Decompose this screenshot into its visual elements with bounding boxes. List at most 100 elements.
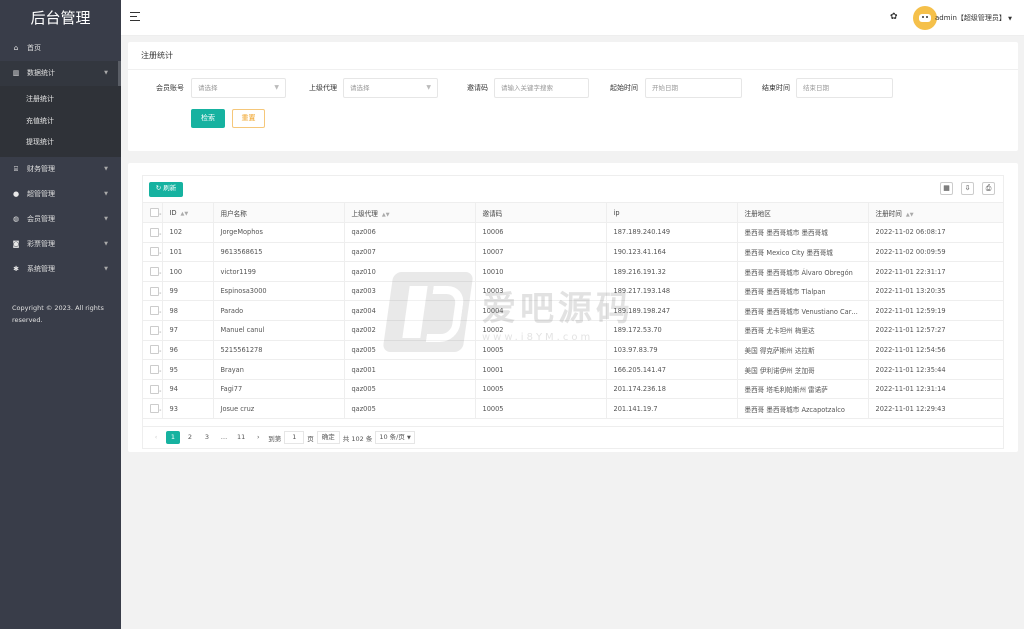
cell-username: Parado <box>213 300 345 322</box>
row-checkbox[interactable] <box>143 398 163 420</box>
filter-form: 会员账号 请选择 ▼ 上级代理 请选择 ▼ 邀请码 请输入关键字搜索 起始时间 开始… <box>128 78 1018 98</box>
cell-agent: qaz002 <box>344 320 476 341</box>
cell-regtime: 2022-11-02 06:08:17 <box>868 222 1003 243</box>
cell-ip: 166.205.141.47 <box>606 359 738 380</box>
bar-chart-icon: ▥ <box>12 69 20 77</box>
cell-regtime: 2022-11-02 00:09:59 <box>868 242 1003 263</box>
chevron-down-icon: ▼ <box>1008 16 1012 22</box>
cell-username: JorgeMophos <box>213 222 345 243</box>
row-checkbox[interactable] <box>143 320 163 341</box>
app-logo-title: 后台管理 <box>30 9 91 27</box>
row-checkbox[interactable] <box>143 242 163 263</box>
user-icon: ● <box>12 189 20 198</box>
member-placeholder: 请选择 <box>198 84 218 92</box>
cell-regtime: 2022-11-01 12:54:56 <box>868 340 1003 361</box>
col-regtime[interactable]: 注册时间 ▲▼ <box>868 203 1003 224</box>
reset-button[interactable]: 重置 <box>232 109 265 128</box>
cell-region: 美国 伊利诺伊州 芝加哥 <box>737 359 869 380</box>
chevron-down-icon: ▼ <box>426 84 431 91</box>
col-agent[interactable]: 上级代理 ▲▼ <box>344 203 476 224</box>
cell-ip: 189.217.193.148 <box>606 281 738 302</box>
page-number-input[interactable]: 1 <box>284 431 305 444</box>
page-size-select[interactable]: 10 条/页 ▼ <box>375 431 415 444</box>
user-menu[interactable]: admin【超级管理员】 ▼ <box>935 12 1012 25</box>
sidebar-subitem-0[interactable]: 注册统计 <box>0 89 121 111</box>
cell-ip: 187.189.240.149 <box>606 222 738 243</box>
sidebar-item-6[interactable]: ✱ 系统管理 ▼ <box>0 257 121 282</box>
next-page-button[interactable]: › <box>251 431 265 444</box>
sort-icon[interactable]: ▲▼ <box>382 212 390 218</box>
cell-agent: qaz003 <box>344 281 476 302</box>
row-checkbox[interactable] <box>143 222 163 243</box>
goto-confirm-button[interactable]: 确定 <box>316 431 340 444</box>
row-checkbox[interactable] <box>143 359 163 380</box>
sidebar-item-5[interactable]: ◙ 彩票管理 ▼ <box>0 232 121 257</box>
data-table-box: ↻ 刷新 ▦ ⇩ ⎙ ID ▲▼ 用户名称 上级代理 ▲▼ 邀请码 ip 注册地… <box>142 175 1004 449</box>
cell-invite: 10004 <box>475 300 607 322</box>
chevron-down-icon: ▼ <box>406 435 411 441</box>
cell-regtime: 2022-11-01 13:20:35 <box>868 281 1003 302</box>
export-icon[interactable]: ⇩ <box>961 182 974 195</box>
row-checkbox[interactable] <box>143 281 163 302</box>
row-checkbox[interactable] <box>143 300 163 322</box>
avatar[interactable] <box>913 6 937 30</box>
agent-label: 上级代理 <box>309 84 337 92</box>
page-1-button[interactable]: 1 <box>166 431 180 444</box>
goto-label: 到第 <box>268 434 282 443</box>
sidebar-nav: ⌂ 首页 ▥ 数据统计 ▼ 注册统计 充值统计 提现统计 ⌸ 财务管理 ▼ ● 超管管理 ▼ ◍ 会员管理 ▼ ◙… <box>0 36 121 282</box>
prev-page-button[interactable]: ‹ <box>149 431 163 444</box>
refresh-button[interactable]: ↻ 刷新 <box>149 182 183 197</box>
pagination: ‹ 1 2 3 … 11 › 到第 1 页 确定 共 102 条 10 条/页 … <box>143 426 1003 448</box>
cell-invite: 10005 <box>475 340 607 361</box>
invite-input[interactable]: 请输入关键字搜索 <box>494 78 589 98</box>
agent-select[interactable]: 请选择 ▼ <box>343 78 438 98</box>
sidebar-subitem-1[interactable]: 充值统计 <box>0 111 121 133</box>
page-2-button[interactable]: 2 <box>183 431 197 444</box>
cell-invite: 10005 <box>475 398 607 420</box>
sidebar-item-3[interactable]: ● 超管管理 ▼ <box>0 182 121 207</box>
page-3-button[interactable]: 3 <box>200 431 214 444</box>
sidebar-item-0[interactable]: ⌂ 首页 <box>0 36 121 61</box>
page-ellipsis: … <box>220 433 228 441</box>
cell-id: 96 <box>162 340 214 361</box>
sort-icon[interactable]: ▲▼ <box>906 212 914 218</box>
row-checkbox[interactable] <box>143 340 163 361</box>
end-date-input[interactable]: 结束日期 <box>796 78 893 98</box>
filter-card: 注册统计 会员账号 请选择 ▼ 上级代理 请选择 ▼ 邀请码 请输入关键字搜索 起始… <box>128 42 1018 151</box>
sidebar-subitem-2[interactable]: 提现统计 <box>0 132 121 154</box>
row-checkbox[interactable] <box>143 379 163 400</box>
sidebar-item-label: 会员管理 <box>27 214 55 223</box>
cell-regtime: 2022-11-01 12:57:27 <box>868 320 1003 341</box>
start-label: 起始时间 <box>610 84 638 92</box>
search-button[interactable]: 检索 <box>191 109 225 128</box>
sidebar-item-2[interactable]: ⌸ 财务管理 ▼ <box>0 157 121 182</box>
palette-icon[interactable]: ✿ <box>890 12 900 22</box>
cell-invite: 10005 <box>475 379 607 400</box>
cell-agent: qaz007 <box>344 242 476 263</box>
start-date-input[interactable]: 开始日期 <box>645 78 742 98</box>
sidebar-item-4[interactable]: ◍ 会员管理 ▼ <box>0 207 121 232</box>
gear-icon: ✱ <box>13 264 19 273</box>
print-icon[interactable]: ⎙ <box>982 182 995 195</box>
cell-id: 93 <box>162 398 214 420</box>
cell-invite: 10002 <box>475 320 607 341</box>
col-invite: 邀请码 <box>475 203 607 224</box>
member-select[interactable]: 请选择 ▼ <box>191 78 286 98</box>
cell-regtime: 2022-11-01 12:59:19 <box>868 300 1003 322</box>
col-id[interactable]: ID ▲▼ <box>162 203 214 224</box>
menu-toggle-icon[interactable] <box>130 12 140 22</box>
home-icon: ⌂ <box>13 44 19 52</box>
select-all-checkbox[interactable] <box>143 203 163 224</box>
sidebar-submenu: 注册统计 充值统计 提现统计 <box>0 86 121 157</box>
sidebar-item-label: 超管管理 <box>27 189 55 198</box>
row-checkbox[interactable] <box>143 261 163 282</box>
cell-id: 99 <box>162 281 214 302</box>
invite-label: 邀请码 <box>467 84 488 92</box>
sort-icon[interactable]: ▲▼ <box>181 211 189 217</box>
cell-username: 9613568615 <box>213 242 345 263</box>
columns-filter-icon[interactable]: ▦ <box>940 182 953 195</box>
table-row: 96 5215561278 qaz005 10005 103.97.83.79 美国 得克… <box>143 340 1003 361</box>
table-row: 97 Manuel canul qaz002 10002 189.172.53.70 墨西… <box>143 320 1003 341</box>
page-last-button[interactable]: 11 <box>234 431 248 444</box>
sidebar-item-1[interactable]: ▥ 数据统计 ▼ <box>0 61 121 86</box>
